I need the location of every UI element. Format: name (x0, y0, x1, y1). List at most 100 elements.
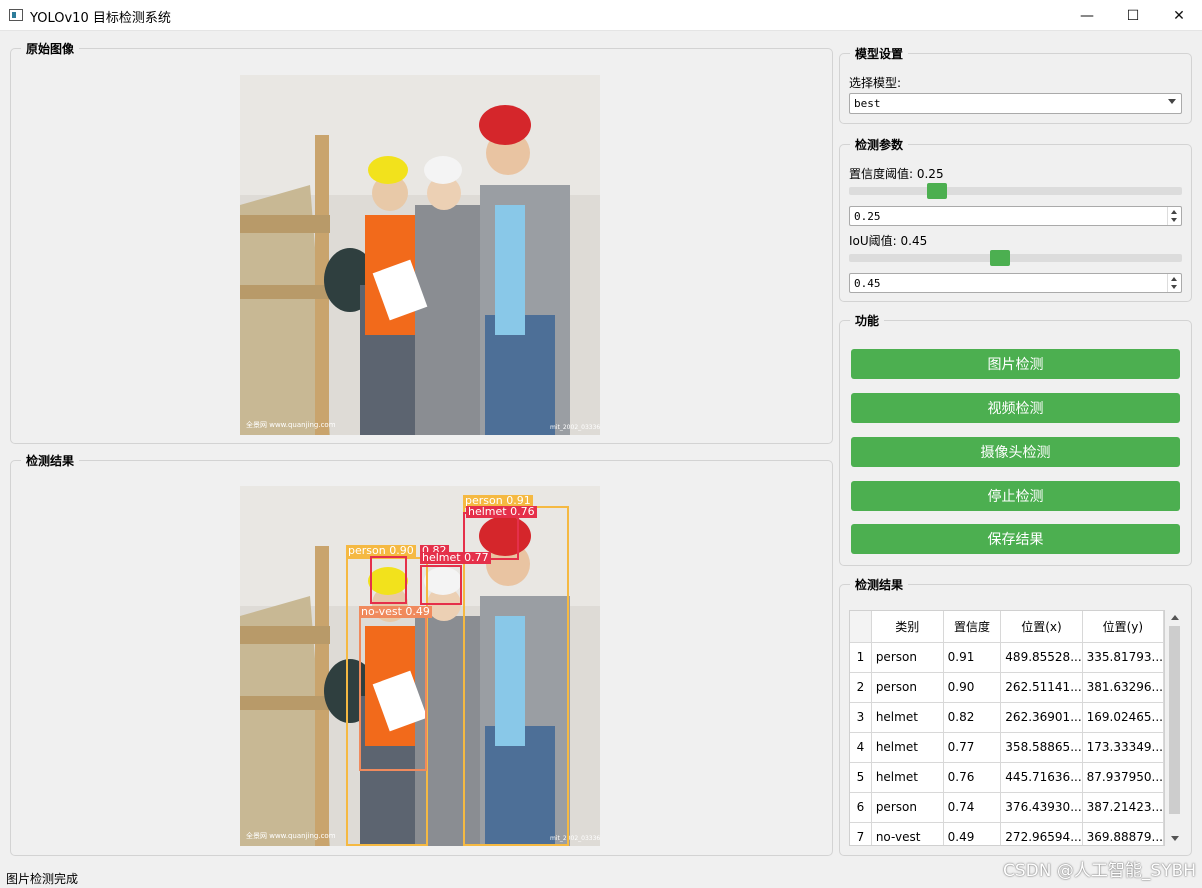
table-cell[interactable]: 262.51141... (1000, 672, 1083, 703)
model-select-value: best (854, 97, 881, 110)
header-pos-y[interactable]: 位置(y) (1082, 611, 1164, 643)
right-watermark: mit_2002_03336 (550, 424, 600, 431)
results-scrollbar[interactable] (1167, 610, 1182, 846)
status-text: 图片检测完成 (6, 872, 79, 886)
original-image-title: 原始图像 (21, 40, 80, 57)
chevron-down-icon (1168, 99, 1176, 104)
minimize-button[interactable]: — (1064, 0, 1110, 31)
model-select-label: 选择模型: (849, 76, 902, 90)
table-cell[interactable]: no-vest (871, 822, 944, 845)
spin-arrows-icon[interactable] (1167, 274, 1181, 292)
result-image: 全景网 www.quanjing.com mit_2002_03336 pers… (240, 486, 600, 846)
row-number[interactable]: 1 (850, 642, 872, 673)
results-table-title: 检测结果 (850, 576, 909, 593)
conf-slider-handle[interactable] (927, 183, 948, 199)
table-cell[interactable]: person (871, 672, 944, 703)
table-row[interactable]: 6 person 0.74 376.43930... 387.21423... (850, 792, 1164, 823)
table-cell[interactable]: 0.91 (943, 642, 1002, 673)
model-settings-title: 模型设置 (850, 45, 909, 62)
conf-threshold-spinbox[interactable]: 0.25 (849, 206, 1182, 226)
stop-detect-button[interactable]: 停止检测 (851, 481, 1180, 511)
camera-detect-button[interactable]: 摄像头检测 (851, 437, 1180, 467)
header-confidence[interactable]: 置信度 (943, 611, 1002, 643)
table-cell[interactable]: 376.43930... (1000, 792, 1083, 823)
table-corner[interactable] (850, 611, 872, 643)
maximize-button[interactable]: ☐ (1110, 0, 1156, 31)
bbox-helmet-3 (420, 565, 462, 605)
row-number[interactable]: 4 (850, 732, 872, 763)
conf-threshold-label: 置信度阈值: 0.25 (849, 167, 944, 181)
table-row[interactable]: 5 helmet 0.76 445.71636... 87.937950... (850, 762, 1164, 793)
detect-params-title: 检测参数 (850, 136, 909, 153)
row-number[interactable]: 3 (850, 702, 872, 733)
table-cell[interactable]: 489.85528... (1000, 642, 1083, 673)
close-button[interactable]: ✕ (1156, 0, 1202, 31)
bbox-no-vest (359, 616, 427, 771)
table-cell[interactable]: person (871, 642, 944, 673)
table-cell[interactable]: 381.63296... (1082, 672, 1164, 703)
image-detect-button[interactable]: 图片检测 (851, 349, 1180, 379)
table-cell[interactable]: 0.77 (943, 732, 1002, 763)
scroll-thumb[interactable] (1169, 626, 1180, 814)
table-cell[interactable]: 169.02465... (1082, 702, 1164, 733)
title-bar: YOLOv10 目标检测系统 — ☐ ✕ (0, 0, 1202, 31)
table-cell[interactable]: 272.96594... (1000, 822, 1083, 845)
page-watermark: CSDN @人工智能_SYBH (1003, 861, 1196, 881)
header-pos-x[interactable]: 位置(x) (1000, 611, 1083, 643)
bbox-label-helmet-3: helmet 0.77 (420, 551, 491, 564)
iou-threshold-slider[interactable] (849, 250, 1182, 266)
table-cell[interactable]: helmet (871, 732, 944, 763)
scroll-down-icon[interactable] (1171, 836, 1179, 841)
left-watermark: 全景网 www.quanjing.com (246, 831, 336, 840)
original-image: 全景网 www.quanjing.com mit_2002_03336 (240, 75, 600, 435)
video-detect-button[interactable]: 视频检测 (851, 393, 1180, 423)
table-cell[interactable]: 445.71636... (1000, 762, 1083, 793)
left-watermark: 全景网 www.quanjing.com (246, 420, 336, 429)
table-row[interactable]: 2 person 0.90 262.51141... 381.63296... (850, 672, 1164, 703)
table-cell[interactable]: 0.49 (943, 822, 1002, 845)
table-cell[interactable]: 0.76 (943, 762, 1002, 793)
table-cell[interactable]: 0.82 (943, 702, 1002, 733)
table-cell[interactable]: 335.81793... (1082, 642, 1164, 673)
table-cell[interactable]: 0.90 (943, 672, 1002, 703)
save-results-button[interactable]: 保存结果 (851, 524, 1180, 554)
table-cell[interactable]: 358.58865... (1000, 732, 1083, 763)
table-cell[interactable]: 369.88879... (1082, 822, 1164, 845)
window-title: YOLOv10 目标检测系统 (30, 11, 171, 26)
spin-arrows-icon[interactable] (1167, 207, 1181, 225)
bbox-label-no-vest: no-vest 0.49 (359, 605, 432, 618)
iou-threshold-value: 0.45 (854, 277, 881, 290)
table-cell[interactable]: helmet (871, 762, 944, 793)
scroll-up-icon[interactable] (1171, 615, 1179, 620)
table-header-row: 类别 置信度 位置(x) 位置(y) (850, 611, 1164, 643)
table-cell[interactable]: helmet (871, 702, 944, 733)
iou-threshold-label: IoU阈值: 0.45 (849, 234, 928, 248)
model-select[interactable]: best (849, 93, 1182, 114)
functions-title: 功能 (850, 312, 885, 329)
row-number[interactable]: 5 (850, 762, 872, 793)
row-number[interactable]: 2 (850, 672, 872, 703)
table-row[interactable]: 3 helmet 0.82 262.36901... 169.02465... (850, 702, 1164, 733)
app-icon (9, 9, 23, 21)
table-cell[interactable]: 262.36901... (1000, 702, 1083, 733)
header-class[interactable]: 类别 (871, 611, 944, 643)
conf-threshold-slider[interactable] (849, 183, 1182, 199)
table-cell[interactable]: 0.74 (943, 792, 1002, 823)
results-table[interactable]: 类别 置信度 位置(x) 位置(y) 1 person 0.91 489.85528.… (849, 610, 1165, 846)
result-image-title: 检测结果 (21, 452, 80, 469)
bbox-label-helmet-1: helmet 0.76 (466, 505, 537, 518)
bbox-helmet-2 (370, 556, 407, 604)
row-number[interactable]: 7 (850, 822, 872, 845)
table-row[interactable]: 7 no-vest 0.49 272.96594... 369.88879... (850, 822, 1164, 845)
table-cell[interactable]: 173.33349... (1082, 732, 1164, 763)
row-number[interactable]: 6 (850, 792, 872, 823)
table-cell[interactable]: 87.937950... (1082, 762, 1164, 793)
table-cell[interactable]: person (871, 792, 944, 823)
construction-workers-photo: 全景网 www.quanjing.com mit_2002_03336 (240, 75, 600, 435)
table-row[interactable]: 1 person 0.91 489.85528... 335.81793... (850, 642, 1164, 673)
iou-slider-handle[interactable] (989, 250, 1010, 266)
conf-threshold-value: 0.25 (854, 210, 881, 223)
iou-threshold-spinbox[interactable]: 0.45 (849, 273, 1182, 293)
table-cell[interactable]: 387.21423... (1082, 792, 1164, 823)
table-row[interactable]: 4 helmet 0.77 358.58865... 173.33349... (850, 732, 1164, 763)
